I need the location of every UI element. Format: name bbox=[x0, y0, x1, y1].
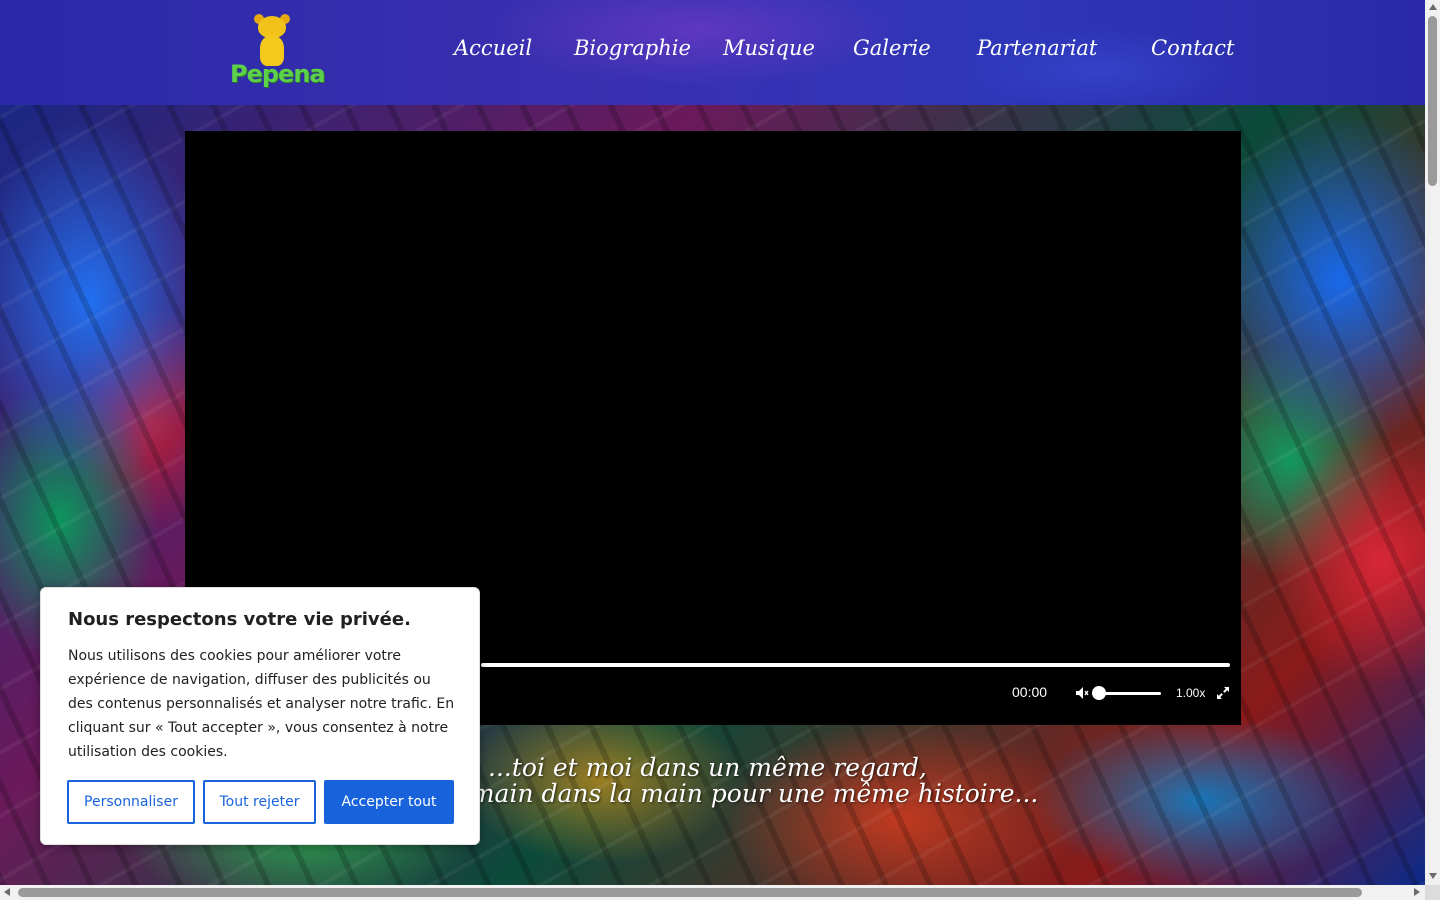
vertical-scrollbar-thumb[interactable] bbox=[1428, 16, 1437, 186]
vertical-scrollbar[interactable] bbox=[1425, 0, 1440, 885]
reject-all-button[interactable]: Tout rejeter bbox=[203, 780, 316, 824]
cookie-consent-banner: Nous respectons votre vie privée. Nous u… bbox=[40, 587, 480, 845]
nav-item-contact[interactable]: Contact bbox=[1151, 36, 1234, 60]
playback-speed[interactable]: 1.00x bbox=[1176, 686, 1205, 700]
site-header: Pepena Accueil Biographie Musique Galeri… bbox=[0, 0, 1425, 105]
tagline-line-2: la main dans la main pour une même histo… bbox=[440, 779, 1039, 808]
scrollbar-corner bbox=[1425, 885, 1440, 900]
nav-item-accueil[interactable]: Accueil bbox=[454, 36, 532, 60]
nav-item-galerie[interactable]: Galerie bbox=[853, 36, 931, 60]
mute-icon[interactable] bbox=[1075, 686, 1089, 700]
horizontal-scrollbar[interactable] bbox=[0, 885, 1425, 900]
horizontal-scrollbar-thumb[interactable] bbox=[18, 888, 1362, 897]
scroll-left-icon[interactable] bbox=[4, 888, 10, 896]
cookie-title: Nous respectons votre vie privée. bbox=[68, 609, 411, 630]
cookie-description: Nous utilisons des cookies pour améliore… bbox=[68, 648, 455, 760]
accept-all-button[interactable]: Accepter tout bbox=[324, 780, 454, 824]
main-nav: Accueil Biographie Musique Galerie Parte… bbox=[0, 36, 1425, 70]
scroll-right-icon[interactable] bbox=[1414, 888, 1420, 896]
tagline-line-1: ...toi et moi dans un même regard, bbox=[488, 753, 927, 782]
volume-slider-handle[interactable] bbox=[1092, 686, 1106, 700]
tagline: ...toi et moi dans un même regard, la ma… bbox=[440, 755, 1040, 807]
scroll-up-icon[interactable] bbox=[1429, 4, 1437, 10]
nav-item-partenariat[interactable]: Partenariat bbox=[977, 36, 1097, 60]
video-progress-bar[interactable] bbox=[481, 663, 1230, 667]
nav-item-musique[interactable]: Musique bbox=[723, 36, 815, 60]
nav-item-biographie[interactable]: Biographie bbox=[574, 36, 691, 60]
video-time: 00:00 bbox=[1012, 684, 1048, 700]
scroll-down-icon[interactable] bbox=[1429, 873, 1437, 879]
customize-button[interactable]: Personnaliser bbox=[67, 780, 195, 824]
volume-slider-track[interactable] bbox=[1097, 692, 1161, 695]
fullscreen-icon[interactable] bbox=[1217, 687, 1229, 699]
